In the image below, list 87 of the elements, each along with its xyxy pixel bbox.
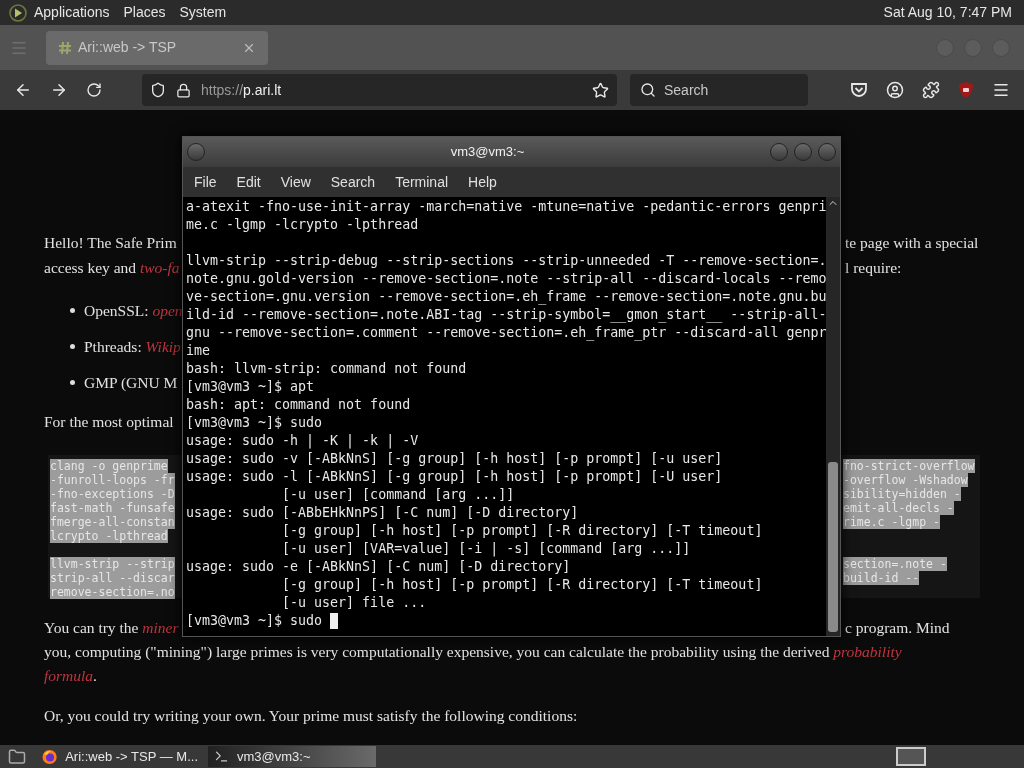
terminal-line: usage: sudo -v [-ABkNnS] [-g group] [-h host] [-p prompt] [-u user]: [186, 450, 723, 468]
url-text: https://p.ari.lt: [201, 80, 283, 100]
scrollbar[interactable]: [826, 197, 840, 636]
bullet-icon: [70, 344, 75, 349]
menu-item[interactable]: File: [194, 171, 217, 193]
menu-item[interactable]: Edit: [236, 171, 261, 193]
menu-item[interactable]: View: [280, 171, 311, 193]
page-text: Pthreads:: [84, 337, 143, 357]
panel-menu[interactable]: Places: [123, 2, 166, 23]
maximize-button[interactable]: [794, 143, 812, 161]
terminal-line: llvm-strip --strip-debug --strip-sections --strip-unneeded -T --remove-section=.: [186, 252, 827, 270]
search-icon: [640, 82, 656, 98]
terminal-line: note.gnu.gold-version --remove-section=.note --strip-all --discard-locals --remo: [186, 270, 827, 288]
terminal-line: [-u user] [VAR=value] [-i | -s] [command [arg ...]]: [281, 540, 691, 558]
bullet-icon: [70, 308, 75, 313]
terminal-line: gnu --remove-section=.comment --remove-section=.eh_frame_ptr --discard-all genpr: [186, 324, 827, 342]
page-text: te page with a special: [845, 233, 979, 253]
window-list-icon[interactable]: [896, 747, 926, 766]
reload-icon[interactable]: [86, 82, 102, 98]
link[interactable]: Wikip: [145, 334, 181, 359]
clock[interactable]: Sat Aug 10, 7:47 PM: [883, 2, 1012, 23]
terminal-line: me.c -lgmp -lcrypto -lpthread: [186, 216, 419, 234]
link[interactable]: two-fa: [139, 255, 180, 280]
page-text: Hello! The Safe Prim: [44, 233, 177, 253]
bookmark-star-icon[interactable]: [592, 81, 609, 99]
panel-menu[interactable]: Applications: [34, 2, 110, 23]
search-placeholder: Search: [664, 80, 709, 100]
terminal-line: ve-section=.gnu.version --remove-section=.eh_frame --remove-section=.note.gnu.bu: [186, 288, 827, 306]
search-field[interactable]: Search: [630, 74, 808, 106]
link[interactable]: miner: [142, 615, 179, 640]
page-text: c program. Mind: [845, 618, 950, 638]
pocket-icon[interactable]: [850, 82, 868, 98]
shield-icon[interactable]: [150, 82, 166, 98]
link[interactable]: open: [152, 298, 183, 323]
terminal-line: usage: sudo -h | -K | -k | -V: [186, 432, 419, 450]
page-text: OpenSSL:: [84, 301, 150, 321]
bullet-icon: [70, 380, 75, 385]
extensions-icon[interactable]: [922, 81, 940, 99]
tab-title: Ari::web -> TSP: [78, 38, 178, 57]
window-menu-button[interactable]: [187, 143, 205, 161]
lock-icon: [176, 82, 191, 98]
close-button[interactable]: [818, 143, 836, 161]
logo-icon[interactable]: [8, 2, 28, 23]
terminal-line: [-u user] [command [arg ...]]: [281, 486, 515, 504]
terminal-line: [-g group] [-h host] [-p prompt] [-R directory] [-T timeout]: [281, 522, 763, 540]
terminal-line: usage: sudo [-ABbEHkNnPS] [-C num] [-D directory]: [186, 504, 579, 522]
scroll-thumb[interactable]: [828, 462, 839, 632]
taskbar-item[interactable]: vm3@vm3:~: [208, 746, 376, 767]
forward-icon[interactable]: [50, 81, 68, 99]
minimize-button[interactable]: [770, 143, 788, 161]
firefox-icon: [42, 748, 58, 765]
menu-item[interactable]: Search: [330, 171, 376, 193]
hash-icon: [58, 40, 72, 55]
page-text: You can try the: [44, 618, 140, 638]
page-text: access key and: [44, 258, 138, 278]
terminal-line: [vm3@vm3 ~]$ sudo: [186, 612, 324, 630]
link[interactable]: formula: [44, 667, 94, 684]
menu-icon[interactable]: [992, 81, 1010, 99]
terminal-line: ime: [186, 342, 211, 360]
page-text: l require:: [845, 258, 902, 278]
page-text: GMP (GNU M: [84, 373, 178, 393]
terminal-line: ild-id --remove-section=.note.ABI-tag --strip-symbol=__gmon_start__ --strip-all-: [186, 306, 827, 324]
link[interactable]: probability: [833, 643, 902, 660]
menu-item[interactable]: Help: [468, 171, 497, 193]
back-icon[interactable]: [14, 81, 32, 99]
terminal-line: [vm3@vm3 ~]$ sudo: [186, 414, 323, 432]
url-field[interactable]: https://p.ari.lt: [142, 74, 617, 106]
window-title: vm3@vm3:~: [449, 143, 526, 162]
terminal-line: [-u user] file ...: [281, 594, 427, 612]
terminal-line: [vm3@vm3 ~]$ apt: [186, 378, 315, 396]
panel-menu[interactable]: System: [179, 2, 227, 23]
terminal-line: bash: llvm-strip: command not found: [186, 360, 467, 378]
terminal-line: usage: sudo -l [-ABkNnS] [-g group] [-h host] [-p prompt] [-U user]: [186, 468, 723, 486]
shield-icon[interactable]: [958, 81, 974, 99]
page-text: you, computing ("mining") large primes is very computationally expensive, you can calculate the probability using the derived probability: [44, 643, 902, 660]
taskbar-item[interactable]: Ari::web -> TSP — M...: [36, 746, 204, 767]
page-text: For the most optimal: [44, 412, 174, 432]
terminal-icon: [214, 749, 229, 764]
page-text: formula.: [44, 667, 97, 684]
terminal-line: [-g group] [-h host] [-p prompt] [-R directory] [-T timeout]: [281, 576, 763, 594]
menu-item[interactable]: Terminal: [395, 171, 449, 193]
folder-icon[interactable]: [8, 747, 26, 766]
terminal-line: usage: sudo -e [-ABkNnS] [-C num] [-D directory]: [186, 558, 571, 576]
terminal-line: a-atexit -fno-use-init-array -march=native -mtune=native -pedantic-errors genpri: [186, 198, 827, 216]
page-text: Or, you could try writing your own. Your prime must satisfy the following conditions:: [44, 707, 578, 724]
account-icon[interactable]: [886, 81, 904, 99]
terminal-line: bash: apt: command not found: [186, 396, 411, 414]
